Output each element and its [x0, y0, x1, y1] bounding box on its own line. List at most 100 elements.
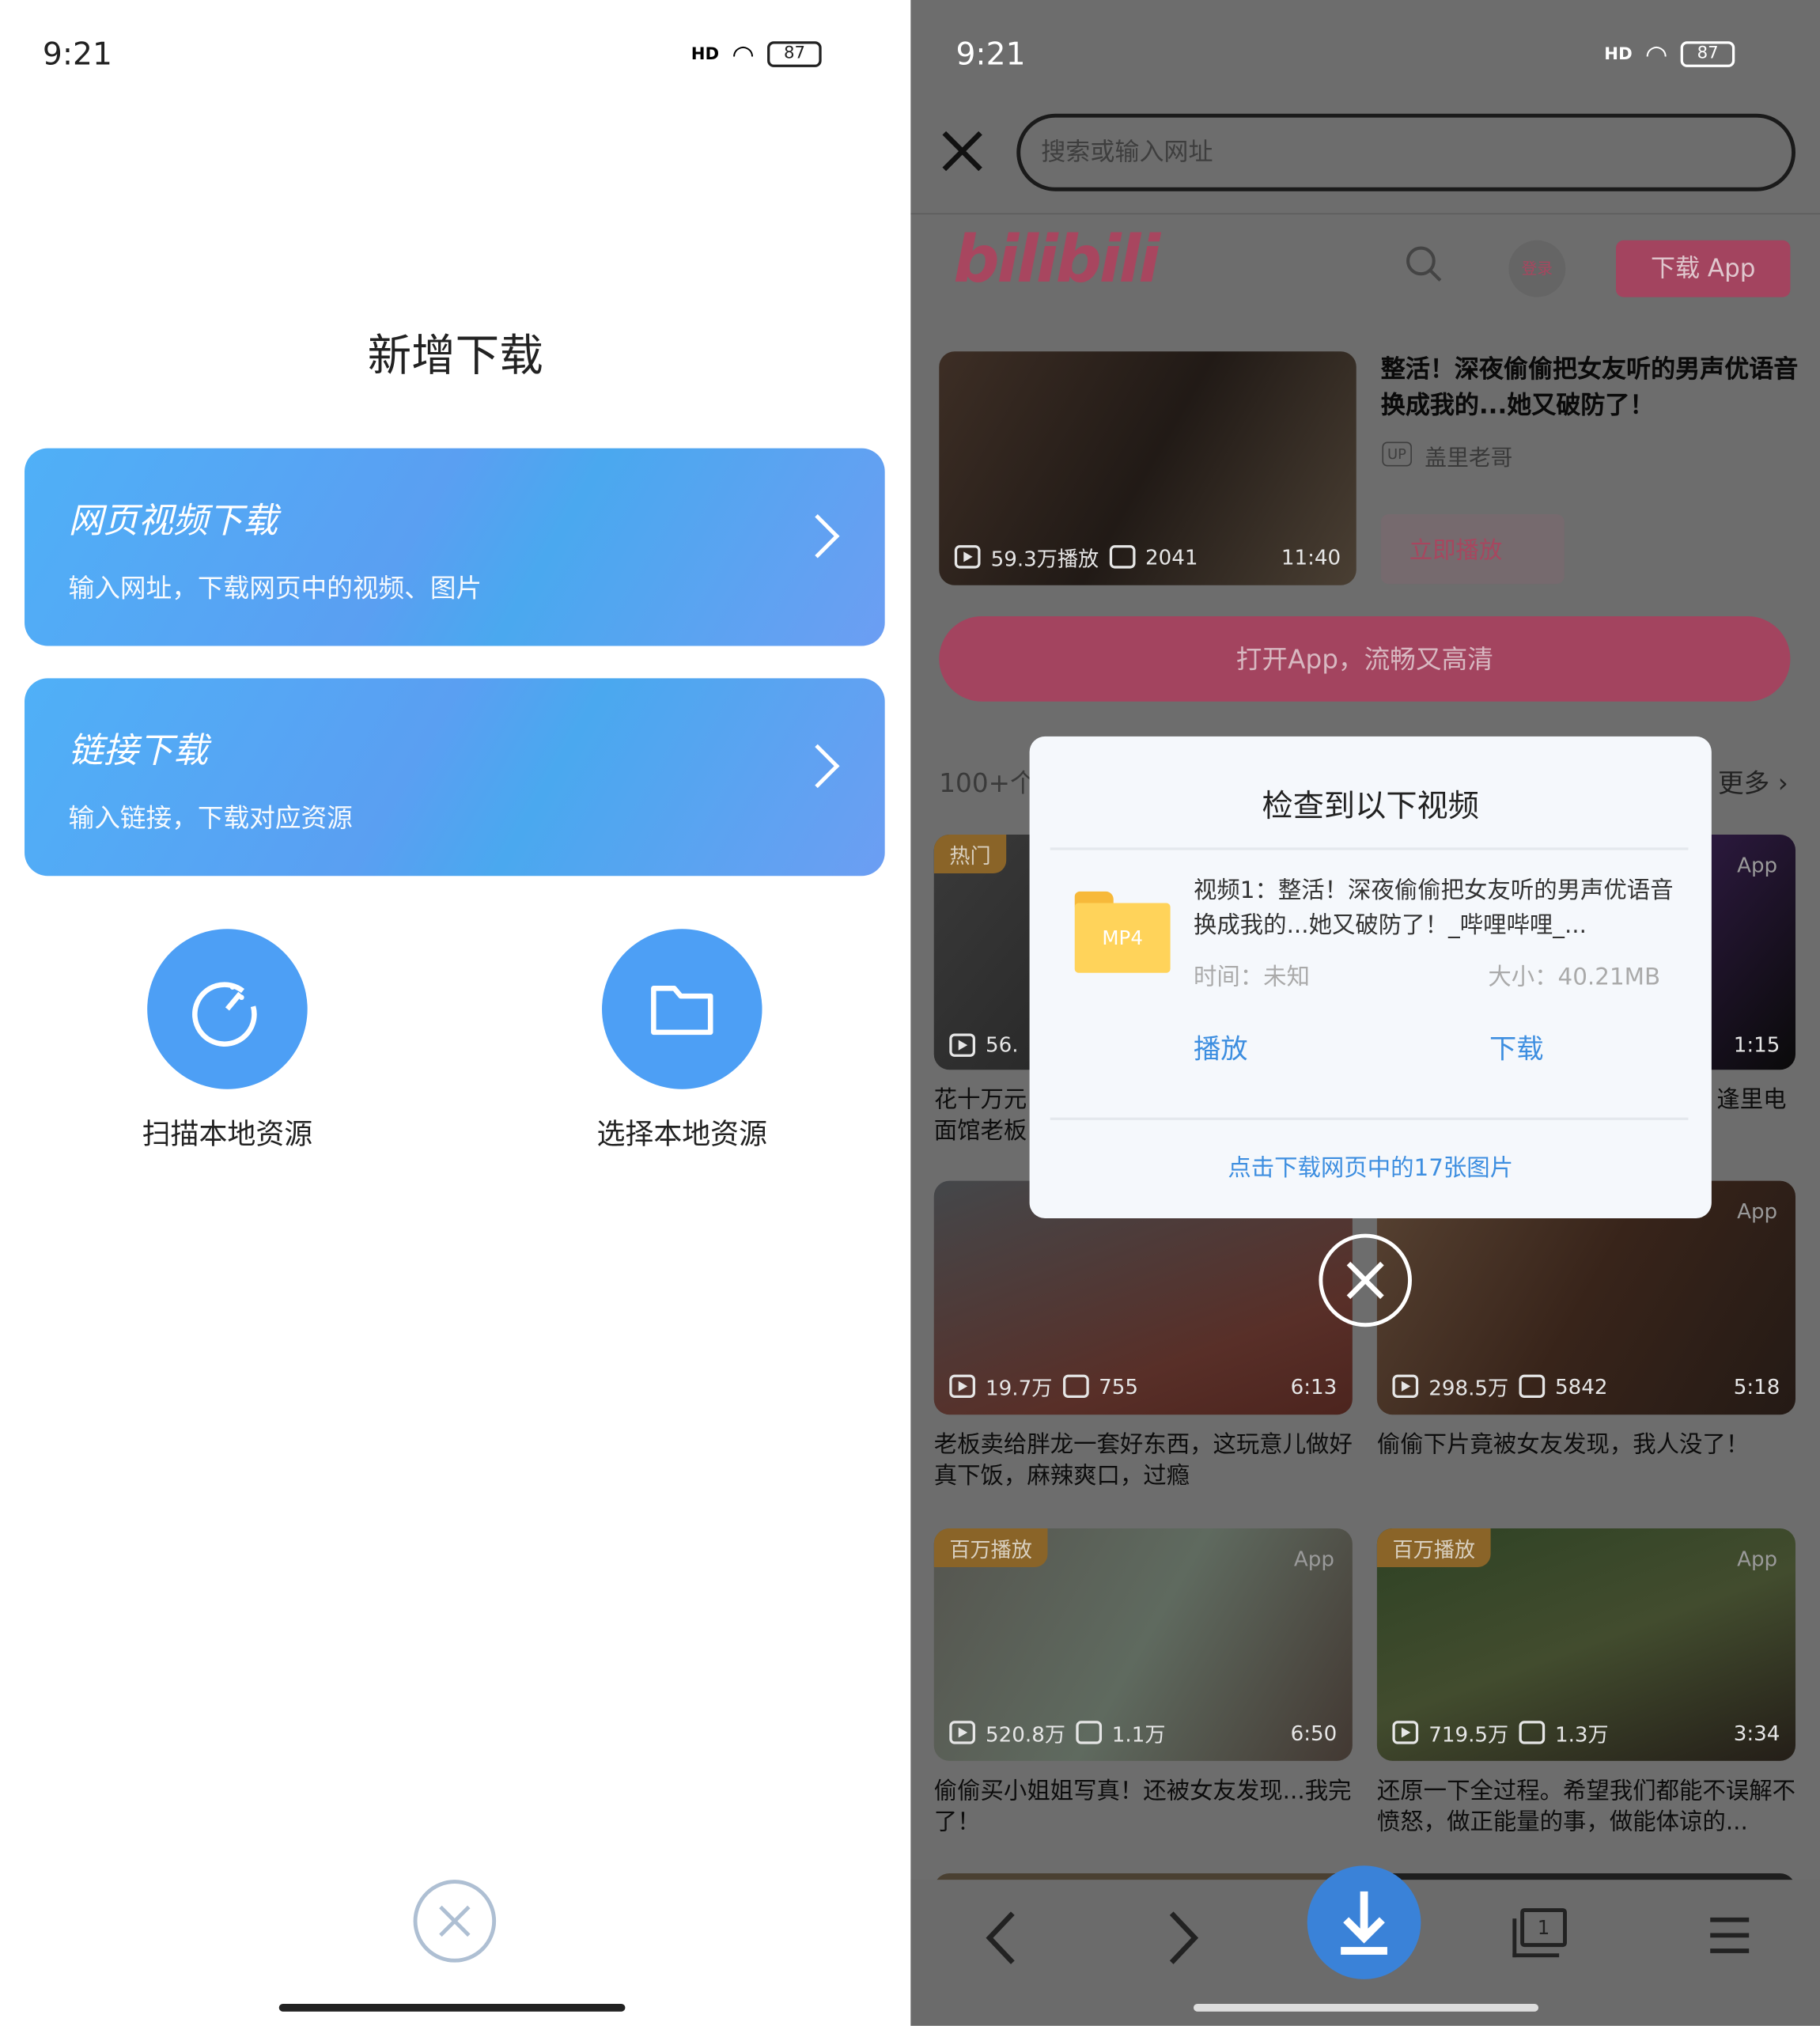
- duration: 5:18: [1733, 1373, 1780, 1399]
- play-now-button[interactable]: 立即播放: [1380, 513, 1565, 585]
- back-icon[interactable]: [982, 1908, 1020, 1967]
- view-count: 298.5万: [1428, 1376, 1509, 1401]
- home-indicator[interactable]: [1193, 2003, 1539, 2012]
- hot-badge: 热门: [933, 834, 1007, 873]
- play-count-icon: [1392, 1374, 1419, 1399]
- featured-title[interactable]: 整活！深夜偷偷把女友听的男声优语音换成我的...她又破防了！: [1381, 351, 1801, 423]
- view-count: 520.8万: [986, 1721, 1066, 1747]
- card-title: 链接下载: [68, 731, 208, 771]
- signal-icon: HD: [1604, 44, 1633, 64]
- download-app-button[interactable]: 下载 App: [1616, 240, 1791, 297]
- app-tag: App: [1737, 1546, 1778, 1571]
- new-download-panel: 9:21 HD ◠ 87 新增下载 网页视频下载 输入网址，下载网页中的视频、图…: [0, 0, 911, 2026]
- close-browser-icon[interactable]: [939, 128, 986, 175]
- battery-icon: 87: [1680, 41, 1735, 67]
- folder-icon: [651, 986, 713, 1036]
- download-button[interactable]: 下载: [1489, 1028, 1544, 1067]
- play-count-icon: [949, 1374, 975, 1399]
- million-views-badge: 百万播放: [933, 1528, 1048, 1567]
- video-card-title[interactable]: 还原一下全过程。希望我们都能不误解不愤怒，做正能量的事，做能体谅的...: [1377, 1777, 1795, 1839]
- danmaku-count: 755: [1099, 1373, 1139, 1399]
- battery-icon: 87: [767, 41, 822, 67]
- login-button[interactable]: 登录: [1508, 240, 1566, 297]
- video-card-title[interactable]: 老板卖给胖龙一套好东西，这玩意儿做好真下饭，麻辣爽口，过瘾: [934, 1430, 1353, 1492]
- danmaku-icon: [1519, 1721, 1545, 1744]
- duration: 11:40: [1281, 544, 1341, 570]
- video-card-thumbnail[interactable]: 百万播放 App 719.5万 1.3万 3:34: [1376, 1528, 1796, 1761]
- menu-icon[interactable]: [1708, 1914, 1752, 1958]
- browser-panel: 9:21 HD ◠ 87 bilibili 登录 下载 App 59.3万播放 2…: [910, 0, 1820, 2026]
- danmaku-icon: [1062, 1374, 1089, 1399]
- chevron-right-icon: [796, 514, 840, 559]
- dialog-title: 检查到以下视频: [1262, 788, 1479, 824]
- video-card-title[interactable]: 花十万元 面馆老板: [934, 1085, 1030, 1147]
- status-time: 9:21: [42, 36, 112, 73]
- scan-icon: [192, 982, 257, 1047]
- forward-icon[interactable]: [1164, 1908, 1202, 1967]
- open-app-button[interactable]: 打开App，流畅又高清: [939, 615, 1791, 702]
- title-line: 花十万元: [933, 1086, 1027, 1114]
- video-card-title[interactable]: 逢里电: [1716, 1085, 1807, 1116]
- divider: [1050, 1117, 1689, 1120]
- duration: 6:50: [1290, 1720, 1338, 1745]
- dialog-close-button[interactable]: [1319, 1233, 1412, 1327]
- card-subtitle: 输入网址，下载网页中的视频、图片: [68, 572, 482, 604]
- status-icons: HD ◠ 87: [691, 39, 822, 70]
- view-count: 719.5万: [1428, 1721, 1509, 1747]
- play-count-icon: [1392, 1721, 1419, 1744]
- video-card-thumbnail[interactable]: 百万播放 App 520.8万 1.1万 6:50: [933, 1528, 1353, 1761]
- danmaku-icon: [1076, 1721, 1102, 1744]
- card-title: 网页视频下载: [68, 501, 278, 542]
- close-icon: [439, 1905, 471, 1937]
- bilibili-logo[interactable]: bilibili: [953, 222, 1160, 297]
- play-count-icon: [954, 545, 981, 569]
- title-line: 面馆老板: [933, 1117, 1027, 1145]
- more-link[interactable]: 更多 ›: [1718, 763, 1788, 800]
- scan-local-label: 扫描本地资源: [142, 1119, 313, 1152]
- download-images-link[interactable]: 点击下载网页中的17张图片: [1030, 1149, 1712, 1183]
- search-input[interactable]: [1016, 113, 1796, 191]
- page-title: 新增下载: [367, 331, 543, 383]
- home-indicator[interactable]: [278, 2003, 626, 2012]
- select-local-button[interactable]: [602, 929, 762, 1089]
- uploader-name[interactable]: 盖里老哥: [1425, 439, 1512, 471]
- wifi-icon: ◠: [732, 38, 755, 70]
- mp4-file-icon: MP4: [1074, 891, 1171, 973]
- file-type-label: MP4: [1074, 903, 1171, 973]
- view-count: 59.3万播放: [990, 546, 1099, 571]
- close-button[interactable]: [413, 1880, 497, 1963]
- danmaku-count: 1.1万: [1111, 1721, 1166, 1747]
- app-tag: App: [1293, 1546, 1334, 1571]
- featured-thumbnail[interactable]: 59.3万播放 2041 11:40: [939, 351, 1356, 585]
- video-card-title[interactable]: 偷偷下片竟被女友发现，我人没了！: [1377, 1430, 1795, 1461]
- close-icon: [1346, 1261, 1384, 1299]
- download-icon: [1341, 1891, 1387, 1955]
- video-time: 时间：未知: [1193, 964, 1310, 991]
- video-card-title[interactable]: 偷偷买小姐姐写真！还被女友发现...我完了！: [934, 1777, 1353, 1839]
- chevron-right-icon: ›: [1777, 767, 1788, 799]
- search-icon[interactable]: [1406, 245, 1444, 284]
- section-count: 100+个: [939, 767, 1036, 799]
- download-fab[interactable]: [1307, 1865, 1421, 1979]
- web-video-download-card[interactable]: 网页视频下载 输入网址，下载网页中的视频、图片: [25, 448, 885, 646]
- danmaku-icon: [1109, 545, 1135, 569]
- divider: [1050, 847, 1689, 850]
- tab-count: 1: [1537, 1915, 1550, 1940]
- up-badge: UP: [1382, 441, 1412, 467]
- status-icons: HD ◠ 87: [1604, 39, 1735, 70]
- play-button[interactable]: 播放: [1194, 1028, 1248, 1067]
- detected-video-dialog: 检查到以下视频 MP4 视频1：整活！深夜偷偷把女友听的男声优语音换成我的...…: [1029, 736, 1712, 1219]
- scan-local-button[interactable]: [147, 929, 308, 1089]
- danmaku-count: 2041: [1145, 544, 1198, 570]
- tabs-button[interactable]: 1: [1520, 1908, 1567, 1948]
- select-local-label: 选择本地资源: [596, 1119, 768, 1152]
- link-download-card[interactable]: 链接下载 输入链接，下载对应资源: [25, 678, 885, 877]
- more-label: 更多: [1718, 767, 1770, 799]
- danmaku-count: 1.3万: [1554, 1721, 1609, 1747]
- duration: 6:13: [1290, 1373, 1338, 1399]
- app-tag: App: [1737, 852, 1778, 877]
- app-tag: App: [1737, 1199, 1778, 1224]
- duration: 1:15: [1733, 1032, 1780, 1057]
- view-count: 56.: [986, 1032, 1019, 1057]
- divider: [910, 213, 1820, 215]
